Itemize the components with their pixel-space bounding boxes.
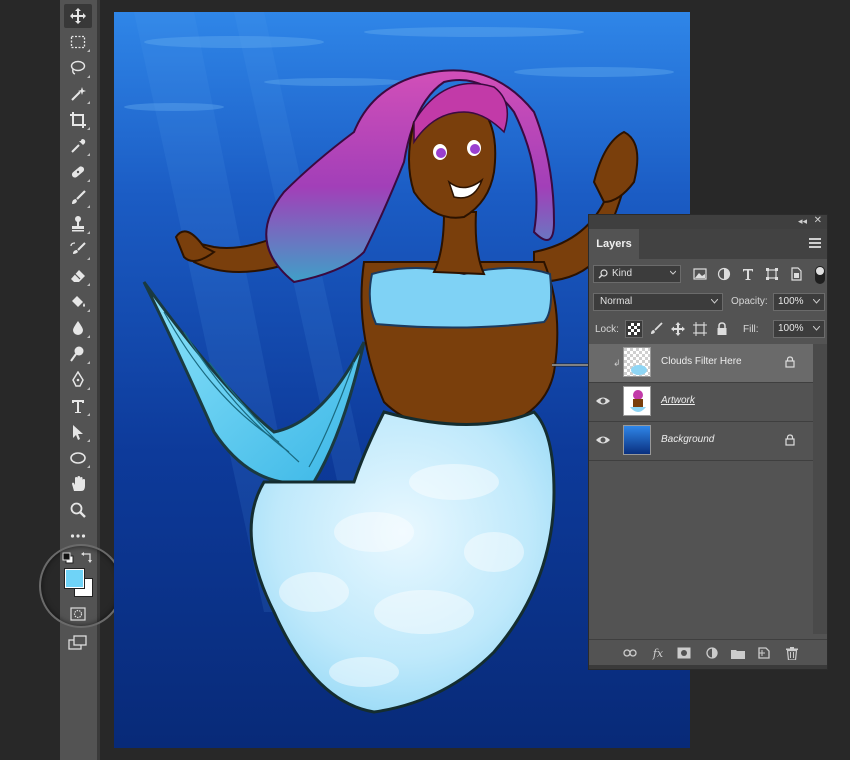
ellipse-icon[interactable] <box>64 446 92 470</box>
blend-row: Normal Opacity: 100% <box>593 293 825 313</box>
dodge-icon[interactable] <box>64 342 92 366</box>
history-brush-icon[interactable] <box>64 238 92 262</box>
pixel-layer-filter-icon[interactable] <box>693 267 707 281</box>
lock-transparent-pixels-button[interactable] <box>625 320 643 338</box>
paint-bucket-icon[interactable] <box>64 290 92 314</box>
new-adjustment-layer-icon[interactable] <box>705 646 719 660</box>
healing-brush-icon[interactable] <box>64 160 92 184</box>
filter-toggle[interactable] <box>815 266 825 284</box>
layer-filter-row: Kind <box>593 265 825 285</box>
layer-thumbnail <box>623 386 651 416</box>
brush-icon <box>651 322 663 334</box>
panel-title-bar[interactable]: ◂◂ ✕ <box>589 215 827 229</box>
fill-value: 100% <box>778 323 804 334</box>
rectangular-marquee-icon[interactable] <box>64 30 92 54</box>
fill-label: Fill: <box>743 324 759 335</box>
lock-all-button[interactable] <box>713 320 731 338</box>
opacity-value: 100% <box>778 296 804 307</box>
layer-name-clouds: Clouds Filter Here <box>661 356 742 367</box>
clone-stamp-icon[interactable] <box>64 212 92 236</box>
opacity-input[interactable]: 100% <box>773 293 825 311</box>
layer-row-background[interactable]: Background <box>589 422 813 461</box>
lock-row: Lock: Fill: 100% <box>593 319 825 341</box>
eraser-icon[interactable] <box>64 264 92 288</box>
layer-thumbnail <box>623 347 651 377</box>
checkerboard-icon <box>628 323 640 335</box>
move-tool-icon[interactable] <box>64 4 92 28</box>
layer-lock-icon <box>785 434 795 446</box>
layer-name-background: Background <box>661 434 715 445</box>
magic-wand-icon[interactable] <box>64 82 92 106</box>
chevron-down-icon <box>711 299 718 304</box>
chevron-down-icon <box>670 270 676 275</box>
smart-object-filter-icon[interactable] <box>789 267 803 281</box>
blur-icon[interactable] <box>64 316 92 340</box>
quick-mask-icon[interactable] <box>70 607 86 621</box>
add-mask-icon[interactable] <box>677 646 691 660</box>
shape-layer-filter-icon[interactable] <box>765 267 779 281</box>
eye-icon[interactable] <box>595 394 611 408</box>
new-group-icon[interactable] <box>731 646 745 660</box>
layer-lock-icon <box>785 356 795 368</box>
layer-row-artwork[interactable]: Artwork <box>589 383 813 422</box>
brush-icon[interactable] <box>64 186 92 210</box>
hand-icon[interactable] <box>64 472 92 496</box>
lock-icon <box>717 322 727 335</box>
clipping-mask-icon: ↲ <box>613 358 621 368</box>
search-icon <box>598 269 608 279</box>
lock-position-button[interactable] <box>669 320 687 338</box>
fill-input[interactable]: 100% <box>773 320 825 338</box>
collapse-panel-icon[interactable]: ◂◂ <box>798 216 807 227</box>
crop-icon[interactable] <box>64 108 92 132</box>
link-layers-icon[interactable] <box>623 646 637 660</box>
eyedropper-icon[interactable] <box>64 134 92 158</box>
screen-mode-icon[interactable] <box>68 635 88 651</box>
layers-scrollbar[interactable] <box>813 344 827 634</box>
layers-panel: ◂◂ ✕ Layers Kind Normal Opacity: 100% Lo… <box>588 214 828 670</box>
zoom-icon[interactable] <box>64 498 92 522</box>
fx-icon[interactable]: fx <box>651 646 665 660</box>
new-layer-icon[interactable] <box>757 646 771 660</box>
move-icon <box>671 322 685 336</box>
layer-thumbnail <box>623 425 651 455</box>
filter-kind-label: Kind <box>612 268 633 279</box>
tools-panel-edge <box>97 0 100 760</box>
tab-layers[interactable]: Layers <box>589 229 639 259</box>
adjustment-layer-filter-icon[interactable] <box>717 267 731 281</box>
eye-icon[interactable] <box>595 433 611 447</box>
type-layer-filter-icon[interactable] <box>741 267 755 281</box>
lock-image-pixels-button[interactable] <box>647 320 665 338</box>
panel-resize-grip[interactable] <box>589 665 827 669</box>
lasso-icon[interactable] <box>64 56 92 80</box>
layer-name-artwork: Artwork <box>661 395 695 406</box>
chevron-down-icon <box>813 326 820 331</box>
opacity-label: Opacity: <box>731 296 768 307</box>
chevron-down-icon <box>813 299 820 304</box>
layer-row-clouds[interactable]: ↲ Clouds Filter Here <box>589 344 813 383</box>
pen-icon[interactable] <box>64 368 92 392</box>
type-icon[interactable] <box>64 394 92 418</box>
artboard-icon <box>693 322 707 336</box>
lock-label: Lock: <box>595 324 619 335</box>
panel-menu-icon[interactable] <box>809 238 821 248</box>
blend-mode-value: Normal <box>600 296 633 307</box>
layers-list: ↲ Clouds Filter Here Artwork Background <box>589 344 813 461</box>
foreground-color-swatch[interactable] <box>65 569 84 588</box>
blend-mode-select[interactable]: Normal <box>593 293 723 311</box>
panel-tab-bar: Layers <box>589 229 827 259</box>
close-panel-icon[interactable]: ✕ <box>814 215 822 226</box>
delete-layer-icon[interactable] <box>785 646 799 660</box>
layers-panel-footer: fx <box>589 639 827 666</box>
prevent-auto-nesting-button[interactable] <box>691 320 709 338</box>
path-selection-icon[interactable] <box>64 420 92 444</box>
filter-kind-select[interactable]: Kind <box>593 265 681 283</box>
